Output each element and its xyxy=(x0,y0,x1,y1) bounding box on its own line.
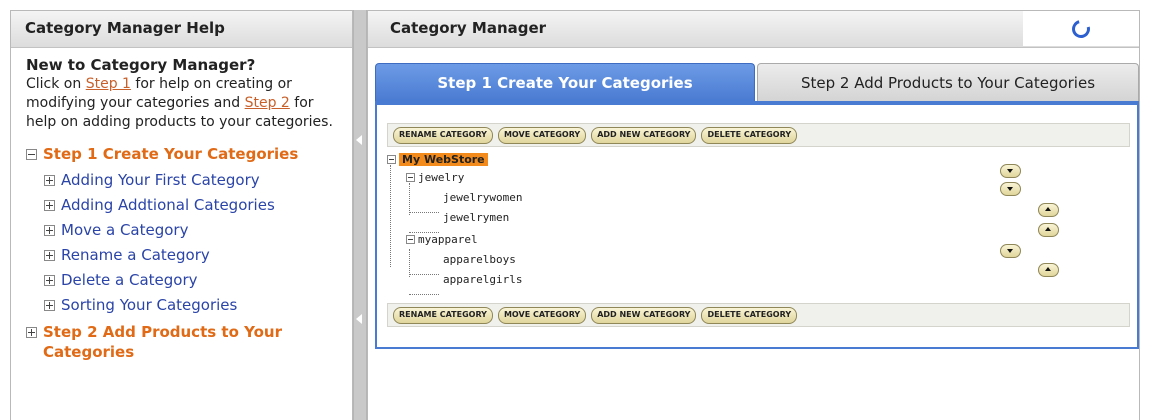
tree-node-myapparel[interactable]: myapparel xyxy=(406,231,478,247)
expand-icon[interactable] xyxy=(44,250,55,261)
help-intro: New to Category Manager? Click on Step 1… xyxy=(11,48,352,132)
tree-node-jewelrymen[interactable]: jewelrymen xyxy=(443,209,509,225)
category-toolbar-bottom: RENAME CATEGORY MOVE CATEGORY ADD NEW CA… xyxy=(387,303,1130,327)
collapse-icon[interactable] xyxy=(406,172,415,182)
help-topic-rename-category[interactable]: Rename a Category xyxy=(44,243,352,268)
rename-category-button[interactable]: RENAME CATEGORY xyxy=(393,306,493,324)
category-manager-title: Category Manager xyxy=(368,11,1139,48)
expand-icon[interactable] xyxy=(44,175,55,186)
expand-icon[interactable] xyxy=(26,327,37,338)
tree-connector xyxy=(409,274,439,275)
collapse-icon[interactable] xyxy=(387,154,396,164)
collapse-left-arrow-icon[interactable] xyxy=(356,135,362,145)
tree-node-label[interactable]: jewelrywomen xyxy=(443,191,522,204)
help-panel: Category Manager Help New to Category Ma… xyxy=(10,10,353,420)
loading-indicator xyxy=(1023,11,1139,46)
move-down-icon[interactable] xyxy=(1000,182,1021,196)
help-section-step1-toggle[interactable]: Step 1 Create Your Categories xyxy=(26,144,352,164)
help-section-label: Step 1 Create Your Categories xyxy=(43,145,299,163)
tree-node-label[interactable]: myapparel xyxy=(418,233,478,246)
help-topic-delete-category[interactable]: Delete a Category xyxy=(44,268,352,293)
help-section-step1: Step 1 Create Your Categories Adding You… xyxy=(11,144,352,362)
collapse-icon[interactable] xyxy=(406,234,415,244)
expand-icon[interactable] xyxy=(44,275,55,286)
add-new-category-button[interactable]: ADD NEW CATEGORY xyxy=(591,126,697,144)
help-topic-label: Delete a Category xyxy=(61,271,198,289)
move-up-icon[interactable] xyxy=(1038,203,1059,217)
tree-node-label[interactable]: apparelboys xyxy=(443,253,516,266)
help-section-step2-toggle[interactable]: Step 2 Add Products to Your Categories xyxy=(26,322,352,362)
tree-connector xyxy=(409,183,410,215)
collapse-left-arrow-icon[interactable] xyxy=(356,314,362,324)
expand-icon[interactable] xyxy=(44,225,55,236)
panel-title: Category Manager xyxy=(390,19,547,37)
help-topic-adding-additional-categories[interactable]: Adding Addtional Categories xyxy=(44,193,352,218)
move-category-button[interactable]: MOVE CATEGORY xyxy=(497,306,587,324)
loading-spinner-icon xyxy=(1068,16,1094,41)
tree-node-label[interactable]: My WebStore xyxy=(399,152,488,166)
step-tabs: Step 1 Create Your Categories Step 2 Add… xyxy=(375,63,1139,101)
tree-connector xyxy=(390,165,391,267)
move-down-icon[interactable] xyxy=(1000,244,1021,258)
panel-splitter[interactable] xyxy=(353,10,367,420)
help-section-label: Step 2 Add Products to Your Categories xyxy=(43,323,282,361)
tab-step2[interactable]: Step 2 Add Products to Your Categories xyxy=(757,63,1139,101)
step1-help-link[interactable]: Step 1 xyxy=(86,76,131,92)
tree-node-jewelrywomen[interactable]: jewelrywomen xyxy=(443,189,522,205)
move-category-button[interactable]: MOVE CATEGORY xyxy=(497,126,587,144)
help-panel-title: Category Manager Help xyxy=(11,11,352,48)
tree-connector xyxy=(409,294,439,295)
category-manager-panel: Category Manager Step 1 Create Your Cate… xyxy=(367,10,1140,420)
tree-node-label[interactable]: jewelry xyxy=(418,171,464,184)
help-topic-adding-first-category[interactable]: Adding Your First Category xyxy=(44,168,352,193)
tree-node-jewelry[interactable]: jewelry xyxy=(406,169,464,185)
help-topic-label: Move a Category xyxy=(61,221,189,239)
tree-node-apparelboys[interactable]: apparelboys xyxy=(443,251,516,267)
move-up-icon[interactable] xyxy=(1038,263,1059,277)
tree-node-label[interactable]: apparelgirls xyxy=(443,273,522,286)
category-toolbar-top: RENAME CATEGORY MOVE CATEGORY ADD NEW CA… xyxy=(387,123,1130,147)
move-up-icon[interactable] xyxy=(1038,223,1059,237)
step2-help-link[interactable]: Step 2 xyxy=(245,95,290,111)
tree-node-apparelgirls[interactable]: apparelgirls xyxy=(443,271,522,287)
category-tree: My WebStore jewelry jewelrywomen jewelry… xyxy=(387,151,1127,301)
intro-text: Click on xyxy=(26,76,86,92)
tab-step1[interactable]: Step 1 Create Your Categories xyxy=(375,63,755,101)
window-top-edge xyxy=(0,0,1150,10)
help-topic-label: Adding Your First Category xyxy=(61,171,260,189)
move-down-icon[interactable] xyxy=(1000,164,1021,178)
add-new-category-button[interactable]: ADD NEW CATEGORY xyxy=(591,306,697,324)
help-topic-list: Adding Your First Category Adding Addtio… xyxy=(26,168,352,318)
rename-category-button[interactable]: RENAME CATEGORY xyxy=(393,126,493,144)
tree-connector xyxy=(409,249,410,277)
intro-title: New to Category Manager? xyxy=(26,56,256,74)
collapse-icon[interactable] xyxy=(26,149,37,160)
help-topic-label: Rename a Category xyxy=(61,246,210,264)
delete-category-button[interactable]: DELETE CATEGORY xyxy=(701,306,798,324)
tree-node-root[interactable]: My WebStore xyxy=(387,151,488,167)
tree-node-label[interactable]: jewelrymen xyxy=(443,211,509,224)
help-topic-label: Adding Addtional Categories xyxy=(61,196,275,214)
help-topic-move-category[interactable]: Move a Category xyxy=(44,218,352,243)
tree-connector xyxy=(409,212,439,213)
delete-category-button[interactable]: DELETE CATEGORY xyxy=(701,126,798,144)
expand-icon[interactable] xyxy=(44,300,55,311)
expand-icon[interactable] xyxy=(44,200,55,211)
help-topic-label: Sorting Your Categories xyxy=(61,296,238,314)
help-topic-sorting-categories[interactable]: Sorting Your Categories xyxy=(44,293,352,318)
category-editor: RENAME CATEGORY MOVE CATEGORY ADD NEW CA… xyxy=(375,101,1139,349)
